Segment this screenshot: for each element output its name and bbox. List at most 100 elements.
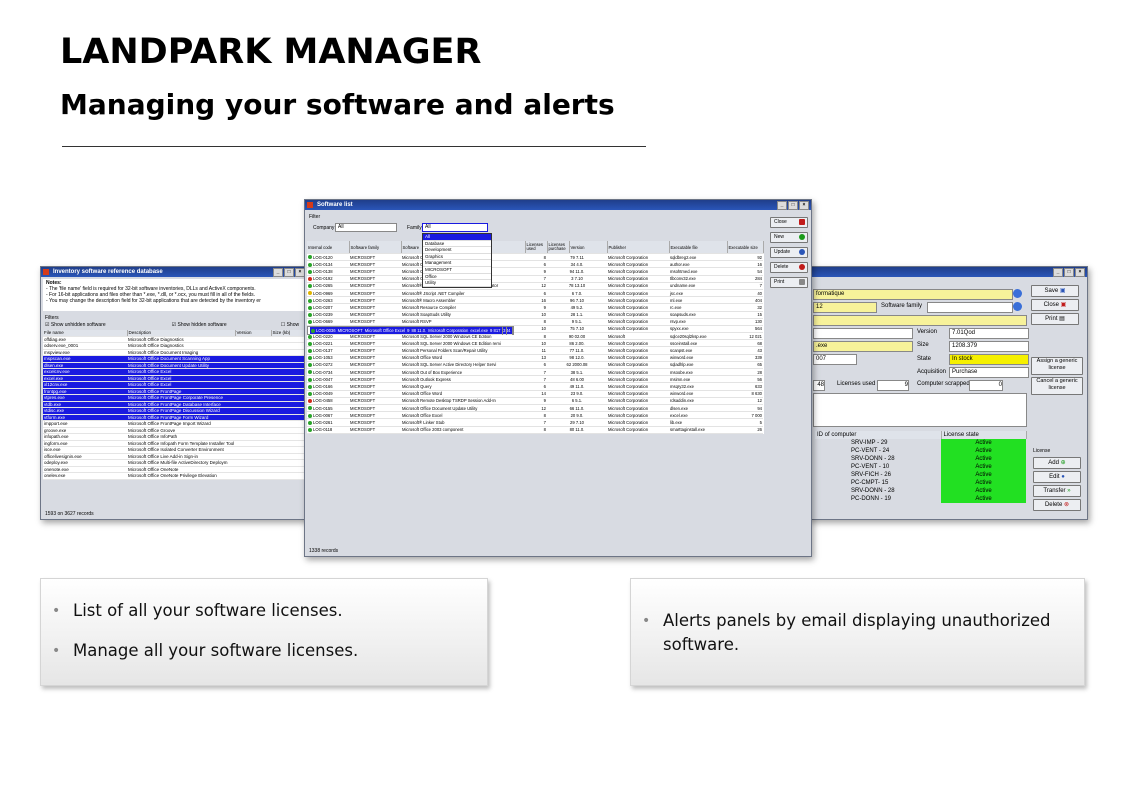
table-row[interactable]: LOG-0049 MICROSOFT Microsoft Office Word 14… — [307, 390, 763, 398]
table-row[interactable]: PC-VENT - 24 Active — [815, 447, 1026, 455]
company-select[interactable]: All — [335, 223, 397, 232]
executable-cell: ssceinstall.exe — [669, 339, 727, 348]
new-button[interactable]: New — [770, 232, 808, 243]
column-header[interactable]: Version — [569, 241, 608, 254]
dropdown-option[interactable]: Database — [423, 241, 491, 248]
table-row[interactable]: LOG-0272 MICROSOFT Microsoft SQL Server Ac… — [307, 361, 763, 370]
dropdown-option[interactable]: Management — [423, 260, 491, 267]
family-select[interactable]: All — [422, 223, 488, 232]
table-row[interactable]: LOG-0265MICROSOFTMicrosoft® Visual C++ C… — [307, 282, 763, 290]
license-table: ID of computer License state SRV-IMP - 2… — [815, 431, 1027, 503]
minimize-icon[interactable]: _ — [1053, 268, 1063, 277]
name-field[interactable] — [813, 315, 1027, 326]
column-header[interactable]: ID of computer — [815, 431, 942, 439]
table-row[interactable]: PC-VENT - 10 Active — [815, 463, 1026, 471]
table-row[interactable]: LOG-0047 MICROSOFT Microsoft Outlook Expre… — [307, 375, 763, 384]
software-family-select[interactable] — [927, 302, 1013, 313]
table-row[interactable]: LOG-1053 MICROSOFT Microsoft Office Word 13… — [307, 354, 763, 362]
close-icon[interactable]: × — [799, 201, 809, 210]
column-header[interactable]: Software family — [349, 241, 402, 254]
maximize-icon[interactable]: □ — [284, 268, 294, 277]
maximize-icon[interactable]: □ — [1064, 268, 1074, 277]
close-button[interactable]: Close ▣ — [1031, 299, 1079, 311]
table-row[interactable]: LOG-0118 MICROSOFT Microsoft Office 2003 c… — [307, 426, 763, 434]
search-icon[interactable] — [1013, 302, 1022, 311]
status-dot-icon — [311, 328, 315, 333]
table-row[interactable]: LOG-0120 MICROSOFT Microsoft Office 8 79 7.1… — [307, 253, 763, 262]
table-row[interactable]: LOG-0263 MICROSOFT Microsoft® Macro Assemb… — [307, 296, 763, 305]
table-row[interactable]: LOG-0239 MICROSOFT Microsoft SoapSuds Util… — [307, 311, 763, 319]
show-unhidden-checkbox[interactable]: ☑ Show unhidden software — [45, 322, 106, 328]
column-header[interactable]: Internal code — [307, 241, 350, 254]
table-row[interactable]: LOG-0221 MICROSOFT Microsoft SQL Server 20… — [307, 339, 763, 348]
publisher-field[interactable] — [813, 328, 913, 339]
minimize-icon[interactable]: _ — [777, 201, 787, 210]
table-row[interactable]: SRV-FICH - 26 Active — [815, 471, 1026, 479]
category-field[interactable]: formatique — [813, 289, 1013, 300]
table-row[interactable]: LOG-0067 MICROSOFT Microsoft Office Excel 8… — [307, 411, 763, 420]
table-row[interactable]: LOG-0734 MICROSOFT Microsoft Out of Box Ex… — [307, 368, 763, 377]
table-row[interactable]: onelev.exe Microsoft Office OneNote Privi… — [43, 472, 305, 480]
table-row[interactable]: SRV-IMP - 29 Active — [815, 439, 1026, 447]
table-row[interactable]: LOG-0137 MICROSOFT Microsoft Personal Fold… — [307, 346, 763, 355]
edit-license-button[interactable]: Edit ● — [1033, 471, 1081, 483]
state-field[interactable]: In stock — [949, 354, 1029, 365]
dropdown-option[interactable]: Graphics — [423, 254, 491, 261]
code-field[interactable]: 12 — [813, 302, 877, 313]
transfer-license-button[interactable]: Transfer » — [1033, 485, 1081, 497]
table-row[interactable]: LOG-0155 MICROSOFT Microsoft Office Docume… — [307, 404, 763, 413]
table-row[interactable]: LOG-0261 MICROSOFT Microsoft® Linker Stub 7… — [307, 418, 763, 427]
computer-scrapped-field[interactable]: 0 — [969, 380, 1003, 391]
table-row[interactable]: LOG-0036 MICROSOFT Microsoft Office Excel 9… — [307, 325, 503, 335]
maximize-icon[interactable]: □ — [788, 201, 798, 210]
table-row[interactable]: PC-CMPT- 15 Active — [815, 479, 1026, 487]
save-button[interactable]: Save ▣ — [1031, 285, 1079, 297]
table-row[interactable]: LOG-0138 MICROSOFT Microsoft Office 9 94 11.… — [307, 267, 763, 276]
update-button[interactable]: Update — [770, 247, 808, 258]
table-row[interactable]: LOG-0458 MICROSOFT Microsoft Remote Deskto… — [307, 397, 763, 405]
column-header[interactable]: Licenses purchase — [547, 241, 570, 254]
close-icon[interactable]: × — [1075, 268, 1085, 277]
date-field[interactable]: 007 — [813, 354, 857, 365]
search-icon[interactable] — [1013, 289, 1022, 298]
table-row[interactable]: SRV-DONN - 28 Active — [815, 487, 1026, 495]
acquisition-select[interactable]: Purchase — [949, 367, 1029, 378]
add-license-button[interactable]: Add ⊕ — [1033, 457, 1081, 469]
version-field[interactable]: 7.01Qod — [949, 328, 1029, 339]
column-header[interactable]: Executable file — [669, 241, 728, 254]
table-row[interactable]: PC-DONN - 19 Active — [815, 495, 1026, 503]
assign-license-button[interactable]: Assign a generic license — [1031, 357, 1083, 375]
minimize-icon[interactable]: _ — [273, 268, 283, 277]
column-header[interactable]: Publisher — [607, 241, 670, 254]
close-button[interactable]: Close — [770, 217, 808, 228]
column-header[interactable]: Executable size — [727, 241, 764, 254]
size-field[interactable]: 1208.379 — [949, 341, 1029, 352]
table-row[interactable]: LOG-0166 MICROSOFT Microsoft Query 6 49 11.0… — [307, 382, 763, 391]
table-row[interactable]: SRV-DONN - 28 Active — [815, 455, 1026, 463]
dropdown-option[interactable]: Utility — [423, 280, 491, 287]
publisher-cell: Microsoft Corporation — [607, 289, 669, 298]
dropdown-option[interactable]: Development — [423, 247, 491, 254]
print-button[interactable]: Print ▤ — [1031, 313, 1079, 325]
table-row[interactable]: LOG-0669 MICROSOFT Microsoft RSVP 8 9 5.1. Mi… — [307, 318, 763, 326]
dropdown-option[interactable]: Office — [423, 274, 491, 281]
status-dot-icon — [308, 377, 312, 382]
show-checkbox[interactable]: ☐ Show — [281, 322, 299, 328]
table-row[interactable]: LOG-0192 MICROSOFT Microsoft Office 7 3 7.10… — [307, 275, 763, 283]
licenses-used-field[interactable]: 9 — [877, 380, 909, 391]
delete-license-button[interactable]: Delete ⊗ — [1033, 499, 1081, 511]
dropdown-option[interactable]: MICROSOFT — [423, 267, 491, 274]
show-hidden-checkbox[interactable]: ☑ Show hidden software — [172, 322, 227, 328]
notes-field[interactable] — [813, 393, 1027, 427]
licenses-purchased-field[interactable]: 48 — [813, 380, 825, 391]
delete-button[interactable]: Delete — [770, 262, 808, 273]
column-header[interactable]: License state — [941, 431, 1027, 439]
table-row[interactable]: LOG-0969 MICROSOFT Microsoft® JScript .NET… — [307, 289, 763, 298]
dropdown-option[interactable]: All — [423, 234, 491, 241]
table-row[interactable]: LOG-0207 MICROSOFT Microsoft Resource Comp… — [307, 303, 763, 312]
cancel-license-button[interactable]: Cancel a generic license — [1031, 377, 1083, 395]
column-header[interactable]: Licenses used — [525, 241, 548, 254]
table-row[interactable]: LOG-0134 MICROSOFT Microsoft Office 6 34 4.0… — [307, 260, 763, 269]
print-button[interactable]: Print — [770, 277, 808, 288]
executable-field[interactable]: .exe — [813, 341, 913, 352]
